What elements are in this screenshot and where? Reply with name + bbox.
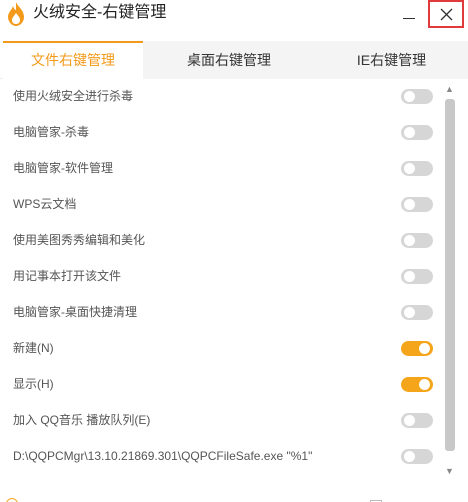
tab-file-context-menu[interactable]: 文件右键管理 bbox=[3, 41, 143, 79]
toggle-switch[interactable] bbox=[401, 341, 433, 356]
list-item: 使用美图秀秀编辑和美化 bbox=[0, 223, 442, 259]
toggle-knob bbox=[404, 199, 415, 210]
toggle-switch[interactable] bbox=[401, 197, 433, 212]
toggle-knob bbox=[404, 163, 415, 174]
list-item-label: 显示(H) bbox=[13, 377, 54, 391]
list-item-label: 加入 QQ音乐 播放队列(E) bbox=[13, 413, 151, 427]
toggle-knob bbox=[419, 343, 430, 354]
tab-ie-context-menu[interactable]: IE右键管理 bbox=[315, 41, 468, 79]
tab-desktop-context-menu[interactable]: 桌面右键管理 bbox=[143, 41, 315, 79]
list-item-label: WPS云文档 bbox=[13, 197, 77, 211]
list-item: 电脑管家-杀毒 bbox=[0, 115, 442, 151]
toggle-switch[interactable] bbox=[401, 233, 433, 248]
toggle-switch[interactable] bbox=[401, 125, 433, 140]
list-item-label: 电脑管家-软件管理 bbox=[13, 161, 113, 175]
close-button[interactable] bbox=[428, 0, 464, 28]
list-item-label: 新建(N) bbox=[13, 341, 54, 355]
toggle-switch[interactable] bbox=[401, 377, 433, 392]
footer bbox=[0, 486, 468, 502]
list-item: 用记事本打开该文件 bbox=[0, 259, 442, 295]
tab-bar: 文件右键管理 桌面右键管理 IE右键管理 bbox=[0, 41, 468, 79]
list-item-label: D:\QQPCMgr\13.10.21869.301\QQPCFileSafe.… bbox=[13, 449, 313, 463]
toggle-switch[interactable] bbox=[401, 161, 433, 176]
toggle-switch[interactable] bbox=[401, 413, 433, 428]
toggle-switch[interactable] bbox=[401, 449, 433, 464]
list-item: 加入 QQ音乐 播放队列(E) bbox=[0, 403, 442, 439]
list-item-label: 使用火绒安全进行杀毒 bbox=[13, 89, 134, 103]
scrollbar[interactable]: ▲ ▼ bbox=[443, 84, 457, 482]
list-item-label: 用记事本打开该文件 bbox=[13, 269, 122, 283]
toggle-knob bbox=[404, 127, 415, 138]
scroll-thumb[interactable] bbox=[445, 99, 455, 451]
scroll-up-icon[interactable]: ▲ bbox=[445, 84, 454, 94]
footer-note bbox=[6, 496, 24, 502]
toggle-switch[interactable] bbox=[401, 269, 433, 284]
list-item: 显示(H) bbox=[0, 367, 442, 403]
scroll-down-icon[interactable]: ▼ bbox=[445, 466, 454, 476]
list-item: WPS云文档 bbox=[0, 187, 442, 223]
list-item: 使用火绒安全进行杀毒 bbox=[0, 79, 442, 115]
toggle-knob bbox=[404, 415, 415, 426]
toggle-knob bbox=[404, 451, 415, 462]
toggle-switch[interactable] bbox=[401, 89, 433, 104]
flame-logo-icon bbox=[6, 2, 26, 26]
list-item: 新建(N) bbox=[0, 331, 442, 367]
minimize-button[interactable] bbox=[396, 0, 422, 26]
list-item: D:\QQPCMgr\13.10.21869.301\QQPCFileSafe.… bbox=[0, 439, 442, 475]
toggle-knob bbox=[404, 91, 415, 102]
list-item-label: 电脑管家-桌面快捷清理 bbox=[13, 305, 137, 319]
list-item-label: 使用美图秀秀编辑和美化 bbox=[13, 233, 146, 247]
toggle-switch[interactable] bbox=[401, 305, 433, 320]
close-icon bbox=[440, 8, 453, 21]
toggle-knob bbox=[404, 235, 415, 246]
list-item: 电脑管家-软件管理 bbox=[0, 151, 442, 187]
context-menu-item-list: 使用火绒安全进行杀毒 电脑管家-杀毒电脑管家-软件管理 WPS云文档使用美图秀秀编辑… bbox=[0, 79, 442, 473]
window-title: 火绒安全-右键管理 bbox=[33, 4, 167, 21]
list-item: 电脑管家-桌面快捷清理 bbox=[0, 295, 442, 331]
title-bar: 火绒安全-右键管理 bbox=[0, 0, 468, 36]
toggle-knob bbox=[404, 271, 415, 282]
footer-checkbox[interactable] bbox=[370, 498, 388, 502]
list-item-label: 电脑管家-杀毒 bbox=[13, 125, 89, 139]
toggle-knob bbox=[404, 307, 415, 318]
toggle-knob bbox=[419, 379, 430, 390]
